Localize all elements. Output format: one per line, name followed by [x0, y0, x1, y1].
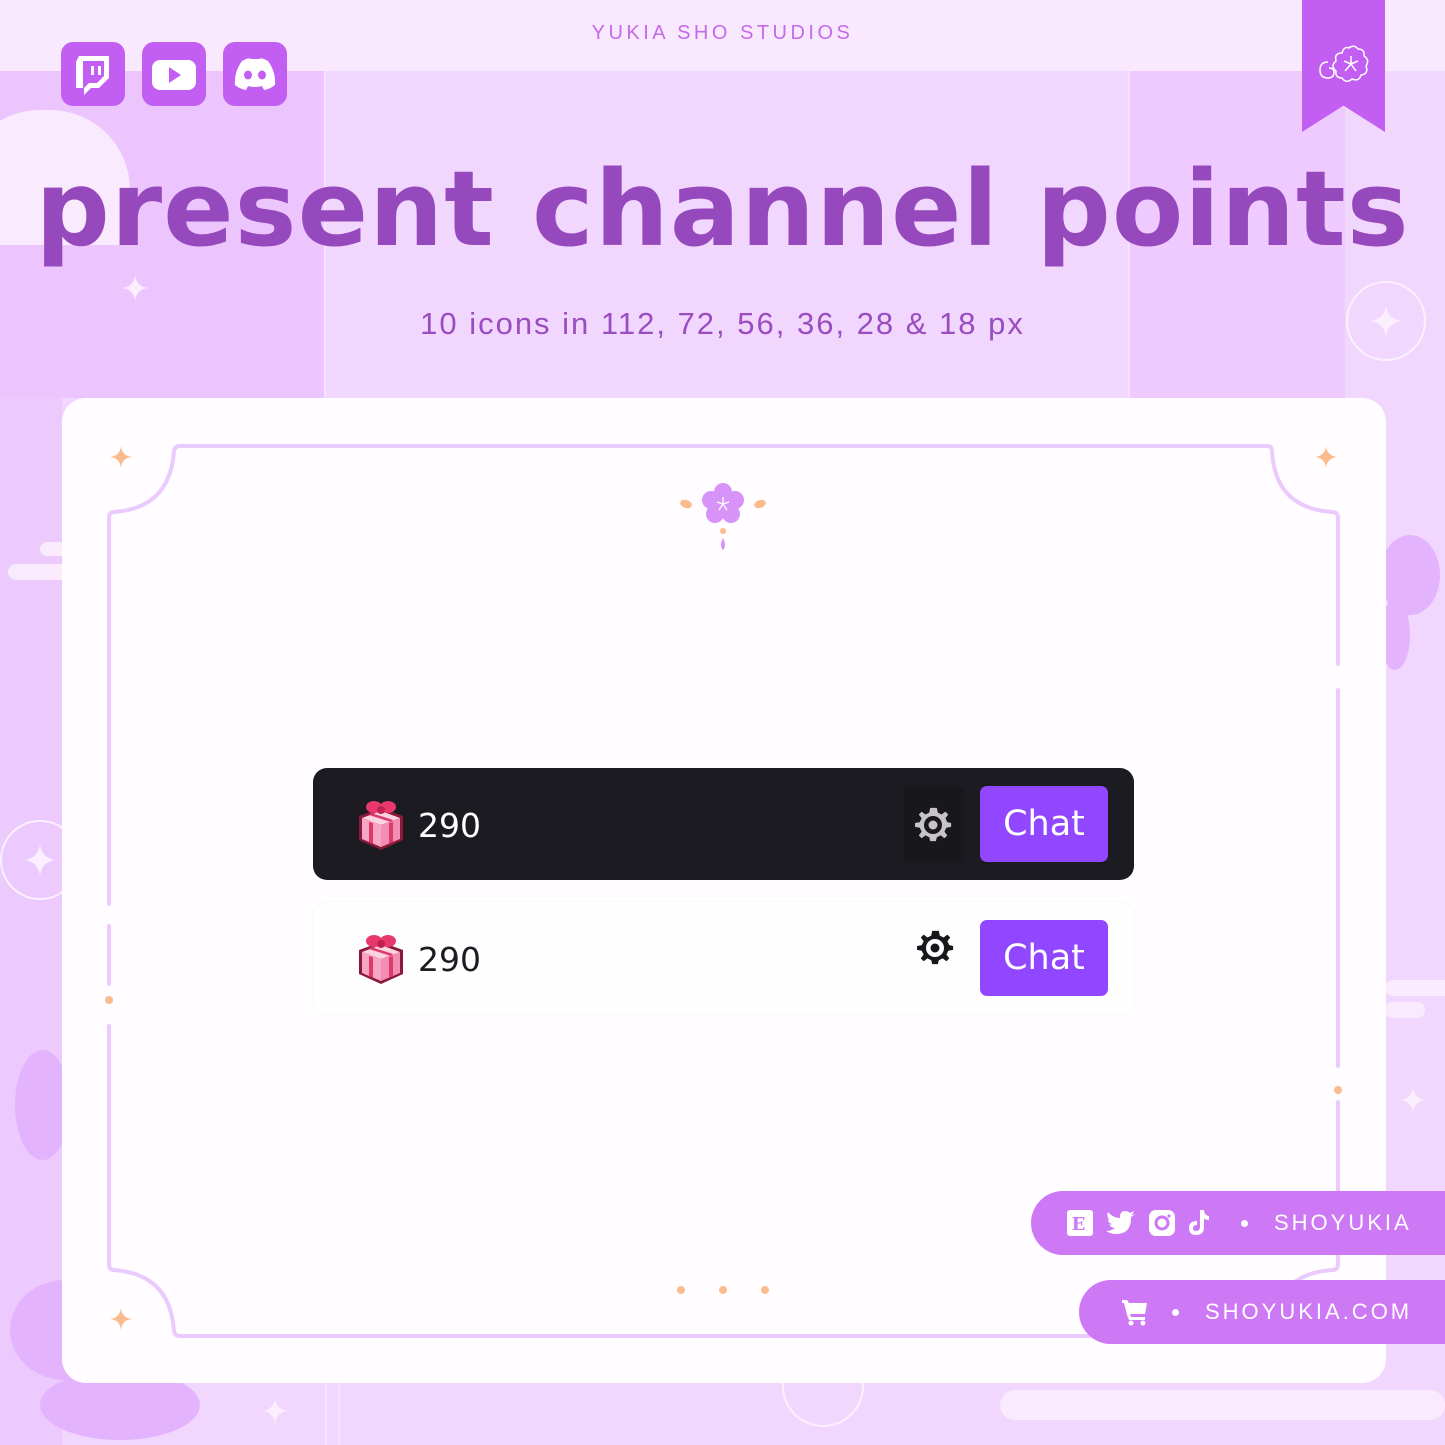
dark-theme-preview: 290 Chat [313, 768, 1134, 880]
dot-decoration [105, 996, 113, 1004]
settings-button[interactable] [904, 787, 964, 863]
bg-divider [325, 1383, 327, 1445]
points-balance: 290 [418, 940, 481, 979]
chat-button[interactable]: Chat [980, 786, 1108, 862]
dot-decoration [761, 1286, 769, 1294]
twitter-icon [1106, 1210, 1136, 1236]
page-title: present channel points [35, 148, 1410, 270]
youtube-button[interactable] [142, 42, 206, 106]
sparkle-icon [24, 844, 56, 876]
page-subtitle: 10 icons in 112, 72, 56, 36, 28 & 18 px [420, 306, 1025, 341]
twitch-icon [76, 56, 109, 95]
twitch-button[interactable] [61, 42, 125, 106]
sparkle-icon [122, 275, 148, 301]
sparkle-icon [262, 1398, 288, 1424]
sparkle-icon [110, 1308, 132, 1330]
cloud-decoration [1385, 1002, 1425, 1018]
chat-button[interactable]: Chat [980, 920, 1108, 996]
gear-icon [917, 930, 954, 965]
gift-icon [359, 801, 403, 850]
cart-icon [1121, 1298, 1149, 1326]
brand-label: YUKIA SHO STUDIOS [591, 22, 854, 44]
svg-text:E: E [1072, 1214, 1089, 1235]
sparkle-icon [1315, 446, 1337, 468]
instagram-icon [1149, 1210, 1175, 1236]
social-handle: SHOYUKIA [1274, 1210, 1412, 1235]
separator-dot [1172, 1308, 1179, 1316]
sparkle-icon [110, 446, 132, 468]
points-balance: 290 [418, 806, 481, 845]
gift-icon [359, 935, 403, 984]
etsy-icon: E [1067, 1210, 1093, 1236]
bg-divider [338, 1383, 340, 1445]
shop-link-pill[interactable]: SHOYUKIA.COM [1079, 1280, 1445, 1344]
sakura-cloud-icon [1318, 45, 1368, 82]
youtube-icon [152, 60, 196, 90]
dot-decoration [719, 1286, 727, 1294]
settings-button[interactable] [906, 918, 966, 978]
sakura-icon [680, 483, 766, 550]
separator-dot [1241, 1219, 1248, 1227]
discord-icon [234, 58, 276, 90]
sparkle-icon [1400, 1087, 1426, 1113]
cloud-decoration [1385, 980, 1445, 996]
light-theme-preview: 290 Chat [313, 902, 1134, 1014]
dot-decoration [1334, 1086, 1342, 1094]
social-handle-pill[interactable]: E SHOYUKIA [1031, 1191, 1445, 1255]
discord-button[interactable] [223, 42, 287, 106]
shop-url: SHOYUKIA.COM [1205, 1299, 1413, 1324]
dot-decoration [677, 1286, 685, 1294]
cloud-decoration [1000, 1390, 1445, 1420]
tiktok-icon [1188, 1210, 1210, 1236]
gear-icon [915, 807, 952, 842]
